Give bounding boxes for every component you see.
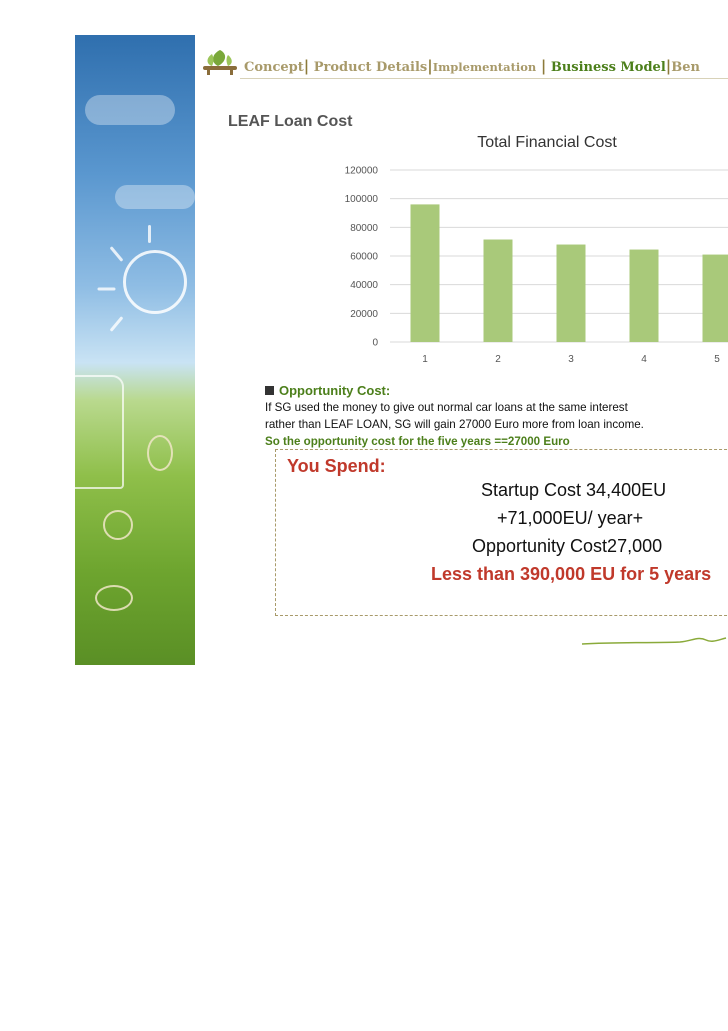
cat-doodle-icon	[95, 585, 133, 611]
bus-doodle-icon	[75, 375, 124, 489]
x-tick-label: 1	[422, 354, 428, 365]
sun-doodle-icon	[123, 250, 187, 314]
x-axis-ticks: 1 2 3 4 5	[422, 354, 720, 365]
total-cost-text: Less than 390,000 EU for 5 years	[431, 564, 712, 584]
chart-bars	[410, 204, 728, 342]
bar-2	[483, 239, 513, 342]
y-tick-label: 80000	[350, 223, 378, 234]
cloud-shape	[115, 185, 195, 209]
nav-item-implementation[interactable]: Implementation	[433, 60, 537, 74]
y-tick-label: 100000	[345, 194, 379, 205]
spend-summary-box: You Spend: Startup Cost 34,400EU +71,000…	[275, 449, 728, 616]
leaf-doodle-icon	[147, 435, 173, 471]
y-axis-ticks: 0 20000 40000 60000 80000 100000 120000	[345, 166, 379, 349]
nav-item-business-model[interactable]: Business Model	[551, 60, 666, 75]
bar-1	[410, 204, 440, 342]
bar-3	[556, 244, 586, 342]
y-tick-label: 60000	[350, 252, 378, 263]
sun-ray-icon	[97, 287, 116, 291]
y-tick-label: 20000	[350, 309, 378, 320]
sun-ray-icon	[109, 316, 124, 332]
bar-4	[629, 249, 659, 342]
opportunity-conclusion: So the opportunity cost for the five yea…	[265, 435, 570, 448]
total-financial-cost-chart: Total Financial Cost 0 20000 40000 60000 800…	[345, 134, 728, 365]
sun-ray-icon	[148, 225, 151, 243]
opportunity-cost-heading: Opportunity Cost:	[265, 382, 728, 399]
opportunity-cost-section: Opportunity Cost: If SG used the money t…	[265, 382, 728, 450]
y-tick-label: 0	[372, 338, 378, 349]
spend-label: You Spend:	[287, 456, 386, 476]
nav-item-concept[interactable]: Concept	[244, 60, 304, 75]
square-bullet-icon	[265, 386, 274, 395]
yearly-cost-text: +71,000EU/ year+	[497, 508, 644, 528]
nav-item-product-details[interactable]: Product Details	[314, 60, 427, 75]
opportunity-text-line1: If SG used the money to give out normal …	[265, 401, 628, 414]
nav-separator: |	[303, 57, 310, 75]
y-tick-label: 40000	[350, 280, 378, 291]
chart-title: Total Financial Cost	[477, 134, 617, 151]
y-tick-label: 120000	[345, 166, 379, 177]
x-tick-label: 2	[495, 354, 501, 365]
opportunity-text-line2: rather than LEAF LOAN, SG will gain 2700…	[265, 418, 644, 431]
decorative-sky-field-image	[75, 35, 195, 665]
x-tick-label: 5	[714, 354, 720, 365]
lion-doodle-icon	[103, 510, 133, 540]
x-tick-label: 3	[568, 354, 574, 365]
section-navigation: Concept| Product Details|Implementation …	[200, 50, 728, 80]
x-tick-label: 4	[641, 354, 647, 365]
opportunity-cost-text: Opportunity Cost27,000	[472, 536, 663, 556]
nav-separator: |	[540, 57, 547, 75]
leaf-logo-icon	[203, 50, 237, 75]
nav-item-benefits[interactable]: Ben	[671, 60, 700, 75]
opportunity-heading-text: Opportunity Cost:	[279, 383, 391, 398]
bar-5	[702, 254, 728, 342]
startup-cost-text: Startup Cost 34,400EU	[481, 480, 667, 500]
sun-ray-icon	[109, 246, 124, 262]
decorative-squiggle-line	[581, 637, 727, 645]
cloud-shape	[85, 95, 175, 125]
nav-underline	[240, 78, 728, 79]
